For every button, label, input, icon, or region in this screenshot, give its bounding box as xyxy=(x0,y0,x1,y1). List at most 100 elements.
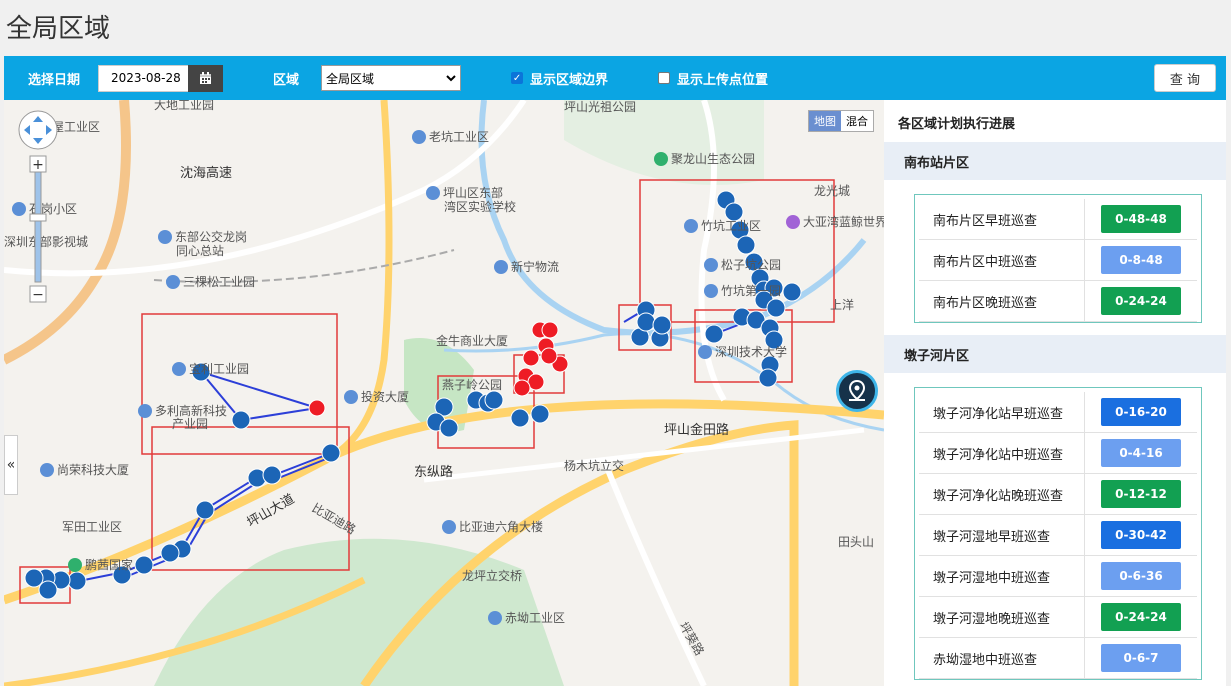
map-label: 坪山金田路 xyxy=(664,423,730,438)
alert-point[interactable] xyxy=(541,321,559,339)
table-row[interactable]: 南布片区中班巡查 0-8-48 xyxy=(919,240,1197,281)
date-picker[interactable]: 2023-08-28 xyxy=(98,64,224,92)
map-label: 比亚迪六角大楼 xyxy=(442,518,543,535)
alert-point[interactable] xyxy=(308,399,326,417)
table-row[interactable]: 墩子河净化站晚班巡查 0-12-12 xyxy=(919,474,1197,515)
panel-sections: 南布站片区 南布片区早班巡查 0-48-48 南布片区中班巡查 0-8-48 南布片区晚班… xyxy=(884,142,1226,680)
patrol-point[interactable] xyxy=(636,312,656,332)
progress-badge: 0-8-48 xyxy=(1101,246,1181,274)
map-label: 新宁物流 xyxy=(494,258,559,275)
query-button[interactable]: 查 询 xyxy=(1154,64,1216,92)
map-label: 尚荣科技大厦 xyxy=(40,461,129,478)
plan-value-cell: 0-24-24 xyxy=(1085,287,1197,315)
show-upload-label: 显示上传点位置 xyxy=(677,72,769,88)
patrol-point[interactable] xyxy=(439,418,459,438)
alert-point[interactable] xyxy=(540,347,558,365)
progress-badge: 0-24-24 xyxy=(1101,287,1181,315)
map-type-switch[interactable]: 地图 混合 xyxy=(808,110,874,132)
show-border-label: 显示区域边界 xyxy=(530,72,609,88)
plan-name: 南布片区晚班巡查 xyxy=(919,281,1085,321)
building-icon xyxy=(166,275,180,289)
section-header: 墩子河片区 xyxy=(884,335,1226,373)
patrol-point[interactable] xyxy=(67,571,87,591)
logistics-icon xyxy=(494,260,508,274)
patrol-point[interactable] xyxy=(782,282,802,302)
calendar-button[interactable] xyxy=(188,64,224,92)
patrol-point[interactable] xyxy=(704,324,724,344)
plan-value-cell: 0-6-7 xyxy=(1085,644,1197,672)
patrol-point[interactable] xyxy=(510,408,530,428)
patrol-point[interactable] xyxy=(758,368,778,388)
patrol-point[interactable] xyxy=(321,443,341,463)
patrol-point[interactable] xyxy=(134,555,154,575)
map-label: 龙光城 xyxy=(814,184,851,198)
map-label: 竹坑工业区 xyxy=(684,217,761,234)
show-border-toggle[interactable]: ✓ 显示区域边界 xyxy=(511,69,608,88)
region-boundary xyxy=(639,179,835,323)
map-label: 龙坪立交桥 xyxy=(462,569,523,583)
map-label: 上洋 xyxy=(830,298,855,312)
patrol-point[interactable] xyxy=(652,315,672,335)
calendar-icon xyxy=(200,71,212,84)
map-label: 老坑工业区 xyxy=(412,128,489,145)
show-upload-checkbox[interactable] xyxy=(658,72,671,84)
patrol-point[interactable] xyxy=(195,500,215,520)
patrol-point[interactable] xyxy=(38,580,58,600)
plan-name: 南布片区中班巡查 xyxy=(919,240,1085,280)
road xyxy=(601,458,707,686)
patrol-point[interactable] xyxy=(231,410,251,430)
map-label: 燕子岭公园 xyxy=(442,378,503,392)
table-row[interactable]: 墩子河湿地中班巡查 0-6-36 xyxy=(919,556,1197,597)
plan-name: 南布片区早班巡查 xyxy=(919,199,1085,239)
collapse-panel-button[interactable]: « xyxy=(4,435,18,495)
patrol-point[interactable] xyxy=(262,465,282,485)
table-row[interactable]: 南布片区早班巡查 0-48-48 xyxy=(919,199,1197,240)
plan-name: 墩子河净化站晚班巡查 xyxy=(919,474,1085,514)
show-upload-toggle[interactable]: 显示上传点位置 xyxy=(658,69,768,88)
building-icon xyxy=(40,463,54,477)
plan-value-cell: 0-16-20 xyxy=(1085,398,1197,426)
park-icon xyxy=(68,558,82,572)
region-select[interactable]: 全局区域 xyxy=(321,65,462,91)
patrol-point[interactable] xyxy=(160,543,180,563)
building-icon xyxy=(704,284,718,298)
patrol-point[interactable] xyxy=(484,390,504,410)
patrol-point[interactable] xyxy=(766,298,786,318)
alert-point[interactable] xyxy=(513,379,531,397)
table-row[interactable]: 赤坳湿地中班巡查 0-6-7 xyxy=(919,638,1197,679)
chevron-down-icon xyxy=(446,75,456,82)
progress-badge: 0-6-7 xyxy=(1101,644,1181,672)
map-label: 同心总站 xyxy=(176,244,225,258)
map-type-normal[interactable]: 地图 xyxy=(809,111,841,131)
table-row[interactable]: 墩子河湿地晚班巡查 0-24-24 xyxy=(919,597,1197,638)
map-label: 大亚湾蓝鲸世界 xyxy=(786,213,884,230)
plan-name: 墩子河湿地晚班巡查 xyxy=(919,597,1085,637)
page-title: 全局区域 xyxy=(6,14,111,44)
table-row[interactable]: 墩子河净化站中班巡查 0-4-16 xyxy=(919,433,1197,474)
locate-button[interactable] xyxy=(836,370,878,412)
plan-value-cell: 0-6-36 xyxy=(1085,562,1197,590)
progress-panel: 各区域计划执行进展 南布站片区 南布片区早班巡查 0-48-48 南布片区中班巡查 0-… xyxy=(884,100,1226,686)
school-icon xyxy=(698,345,712,359)
plan-name: 墩子河净化站中班巡查 xyxy=(919,433,1085,473)
alert-point[interactable] xyxy=(522,349,540,367)
table-row[interactable]: 南布片区晚班巡查 0-24-24 xyxy=(919,281,1197,322)
patrol-point[interactable] xyxy=(530,404,550,424)
map-view[interactable]: 屋工业区 大地工业园 老坑工业区 坪山光祖公园 聚龙山生态公园 沈海高速 坪山区… xyxy=(4,100,884,686)
table-row[interactable]: 墩子河湿地早班巡查 0-30-42 xyxy=(919,515,1197,556)
map-type-hybrid[interactable]: 混合 xyxy=(841,111,873,131)
map-label: 投资大厦 xyxy=(344,388,409,405)
map-label: 赤坳工业区 xyxy=(488,609,565,626)
date-input[interactable]: 2023-08-28 xyxy=(98,64,189,92)
show-border-checkbox[interactable]: ✓ xyxy=(511,72,524,84)
patrol-point[interactable] xyxy=(736,235,756,255)
section-header: 南布站片区 xyxy=(884,142,1226,180)
date-label: 选择日期 xyxy=(28,72,81,88)
patrol-point[interactable] xyxy=(24,568,44,588)
building-icon xyxy=(684,219,698,233)
progress-badge: 0-6-36 xyxy=(1101,562,1181,590)
table-row[interactable]: 墩子河净化站早班巡查 0-16-20 xyxy=(919,392,1197,433)
map-navigation-control[interactable]: + − xyxy=(16,110,60,309)
map-label: 军田工业区 xyxy=(62,520,123,534)
plan-value-cell: 0-48-48 xyxy=(1085,205,1197,233)
